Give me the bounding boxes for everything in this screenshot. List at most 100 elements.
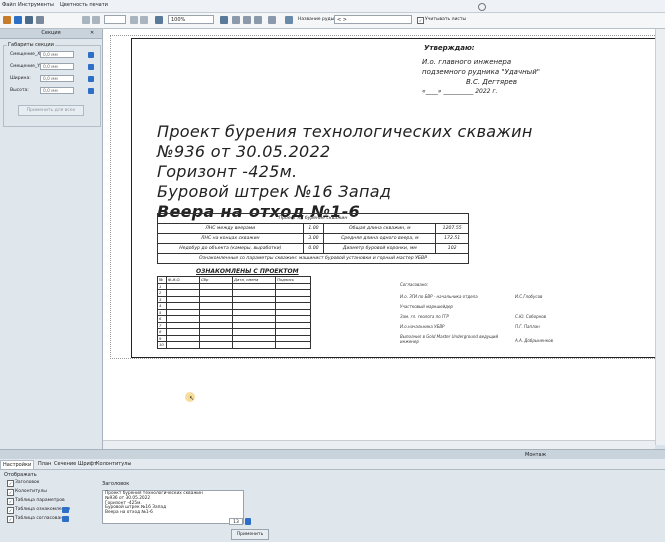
first-page-icon[interactable]: [82, 16, 90, 24]
group-title: Габариты секции: [7, 42, 55, 48]
panel-close-icon[interactable]: ✕: [90, 30, 94, 36]
fit-page-icon[interactable]: [243, 16, 251, 24]
vertical-scrollbar[interactable]: [655, 29, 665, 445]
font-size-input[interactable]: 13: [229, 518, 243, 525]
horizontal-scrollbar[interactable]: [103, 440, 655, 449]
montage-panel-header: Монтаж: [0, 449, 665, 459]
pointer-icon: ↖: [189, 395, 195, 402]
agreement-name: А.А. Добрыненков: [515, 338, 553, 343]
params-header: Проект на бурение скважин: [157, 213, 469, 224]
spin-icon[interactable]: [88, 88, 94, 94]
menu-file[interactable]: Файл: [2, 2, 16, 8]
param-value: 172.51: [435, 233, 469, 244]
height-label: Высота:: [10, 88, 29, 93]
menu-tools[interactable]: Инструменты: [18, 2, 54, 8]
ore-name-select[interactable]: < >: [334, 15, 412, 24]
font-icon[interactable]: [285, 16, 293, 24]
params-table-checkbox[interactable]: ✓: [7, 498, 14, 505]
acquaintance-table: № Ф.И.О. Сбр Дата, смена Подпись 1 2 3 4…: [157, 276, 311, 349]
offset-y-label: Смещение_Y:: [10, 64, 41, 69]
param-value: 0.00: [302, 243, 325, 254]
header-text-line: Веера на отход №1-6: [105, 510, 153, 516]
height-input[interactable]: 0,0 мм: [40, 87, 74, 94]
section-panel: Секция ✕ Габариты секции Смещение_X: 0,0…: [0, 29, 103, 449]
param-label: Средняя длина одного веера, м: [323, 233, 437, 244]
title-line-2: №936 от 30.05.2022: [157, 142, 331, 161]
next-page-icon[interactable]: [130, 16, 138, 24]
display-group-title: Отображать: [4, 472, 37, 478]
header-check-label: Заголовок: [15, 480, 40, 485]
header-text-area[interactable]: Проект бурения технологических скважин №…: [102, 490, 244, 524]
param-label: ЛНС на концах скважин: [157, 233, 304, 244]
offset-x-input[interactable]: 0,0 мм: [40, 51, 74, 58]
agreement-table-checkbox[interactable]: ✓: [7, 516, 14, 523]
agreement-name: П.Г. Паплан: [515, 324, 540, 329]
agreement-role: И.о. ЗГИ по БВР - начальника отдела: [400, 294, 478, 299]
spin-icon[interactable]: [88, 76, 94, 82]
apply-all-button[interactable]: Применить для всех: [18, 105, 84, 116]
agreement-role: И.о.начальника УБВР: [400, 324, 445, 329]
agreement-title: Согласовано:: [400, 282, 429, 287]
footers-check-label: Колонтитулы: [15, 489, 47, 494]
indicator-icon: [478, 3, 486, 11]
menu-print-color[interactable]: Цветность печати: [60, 2, 108, 8]
title-line-1: Проект бурения технологических скважин: [157, 122, 533, 141]
width-input[interactable]: 0,0 мм: [40, 75, 74, 82]
parameters-table: Проект на бурение скважин ЛНС между веер…: [157, 213, 469, 264]
footers-checkbox[interactable]: ✓: [7, 489, 14, 496]
agreement-name: С.Ю. Соборнов: [515, 314, 547, 319]
table-row: 10: [157, 341, 311, 349]
toolbar: 100% Название руды < > ✓ Учитывать листы: [0, 13, 665, 29]
account-sheets-checkbox[interactable]: ✓: [417, 17, 424, 24]
param-label: Недобур до объекта (камеры, выработки): [157, 243, 304, 254]
open-icon[interactable]: [3, 16, 11, 24]
agreement-role: Зам. гл. геолога по ГГР: [400, 314, 449, 319]
settings-panel: Отображать ✓ Заголовок ✓ Колонтитулы ✓ Т…: [0, 470, 665, 542]
zoom-in-icon[interactable]: [220, 16, 228, 24]
zoom-out-icon[interactable]: [155, 16, 163, 24]
params-footer: Ознакомленные со параметры скважин: маши…: [157, 253, 469, 264]
spin-icon[interactable]: [245, 518, 251, 525]
apply-button[interactable]: Применить: [231, 529, 269, 540]
param-label: Диаметр буровой коронки, мм: [323, 243, 437, 254]
header-group-title: Заголовок: [102, 481, 130, 487]
title-line-3: Горизонт -425м.: [157, 162, 298, 181]
approve-org: подземного рудника "Удачный": [422, 68, 540, 76]
approve-name: В.С. Дегтярев: [466, 78, 517, 86]
header-checkbox[interactable]: ✓: [7, 480, 14, 487]
tab-plan[interactable]: План: [36, 460, 53, 468]
tab-headers-footers[interactable]: Колонтитулы: [94, 460, 133, 468]
page-layout-icon[interactable]: [254, 16, 262, 24]
spin-icon[interactable]: [88, 64, 94, 70]
agreement-table-check-label: Таблица согласования: [15, 516, 69, 521]
table-settings-icon[interactable]: [62, 516, 69, 522]
montage-label: Монтаж: [525, 452, 547, 458]
offset-x-label: Смещение_X:: [10, 52, 42, 57]
approve-title: Утверждаю:: [424, 44, 475, 52]
spin-icon[interactable]: [88, 52, 94, 58]
tab-section[interactable]: Сечение: [52, 460, 78, 468]
prev-page-icon[interactable]: [92, 16, 100, 24]
menu-bar: Файл Инструменты Цветность печати: [0, 0, 665, 13]
acq-table-checkbox[interactable]: ✓: [7, 507, 14, 514]
approve-position: И.о. главного инженера: [422, 58, 512, 66]
tab-settings[interactable]: Настройки: [0, 460, 35, 470]
param-value: 1.00: [302, 223, 325, 234]
zoom-select[interactable]: 100%: [168, 15, 214, 24]
print-icon[interactable]: [25, 16, 33, 24]
layer-label: Название руды: [298, 17, 335, 22]
param-label: ЛНС между веерами: [157, 223, 304, 234]
params-table-check-label: Таблица параметров: [15, 498, 65, 503]
row-number: 10: [157, 341, 167, 349]
approve-date: «____» __________ 2022 г.: [422, 88, 498, 95]
last-page-icon[interactable]: [140, 16, 148, 24]
save-icon[interactable]: [14, 16, 22, 24]
multi-page-icon[interactable]: [268, 16, 276, 24]
offset-y-input[interactable]: 0,0 мм: [40, 63, 74, 70]
table-settings-icon[interactable]: [62, 507, 69, 513]
fit-width-icon[interactable]: [232, 16, 240, 24]
param-value: 102: [435, 243, 469, 254]
title-line-4: Буровой штрек №16 Запад: [157, 182, 392, 201]
preview-icon[interactable]: [36, 16, 44, 24]
page-number-field[interactable]: [104, 15, 126, 24]
